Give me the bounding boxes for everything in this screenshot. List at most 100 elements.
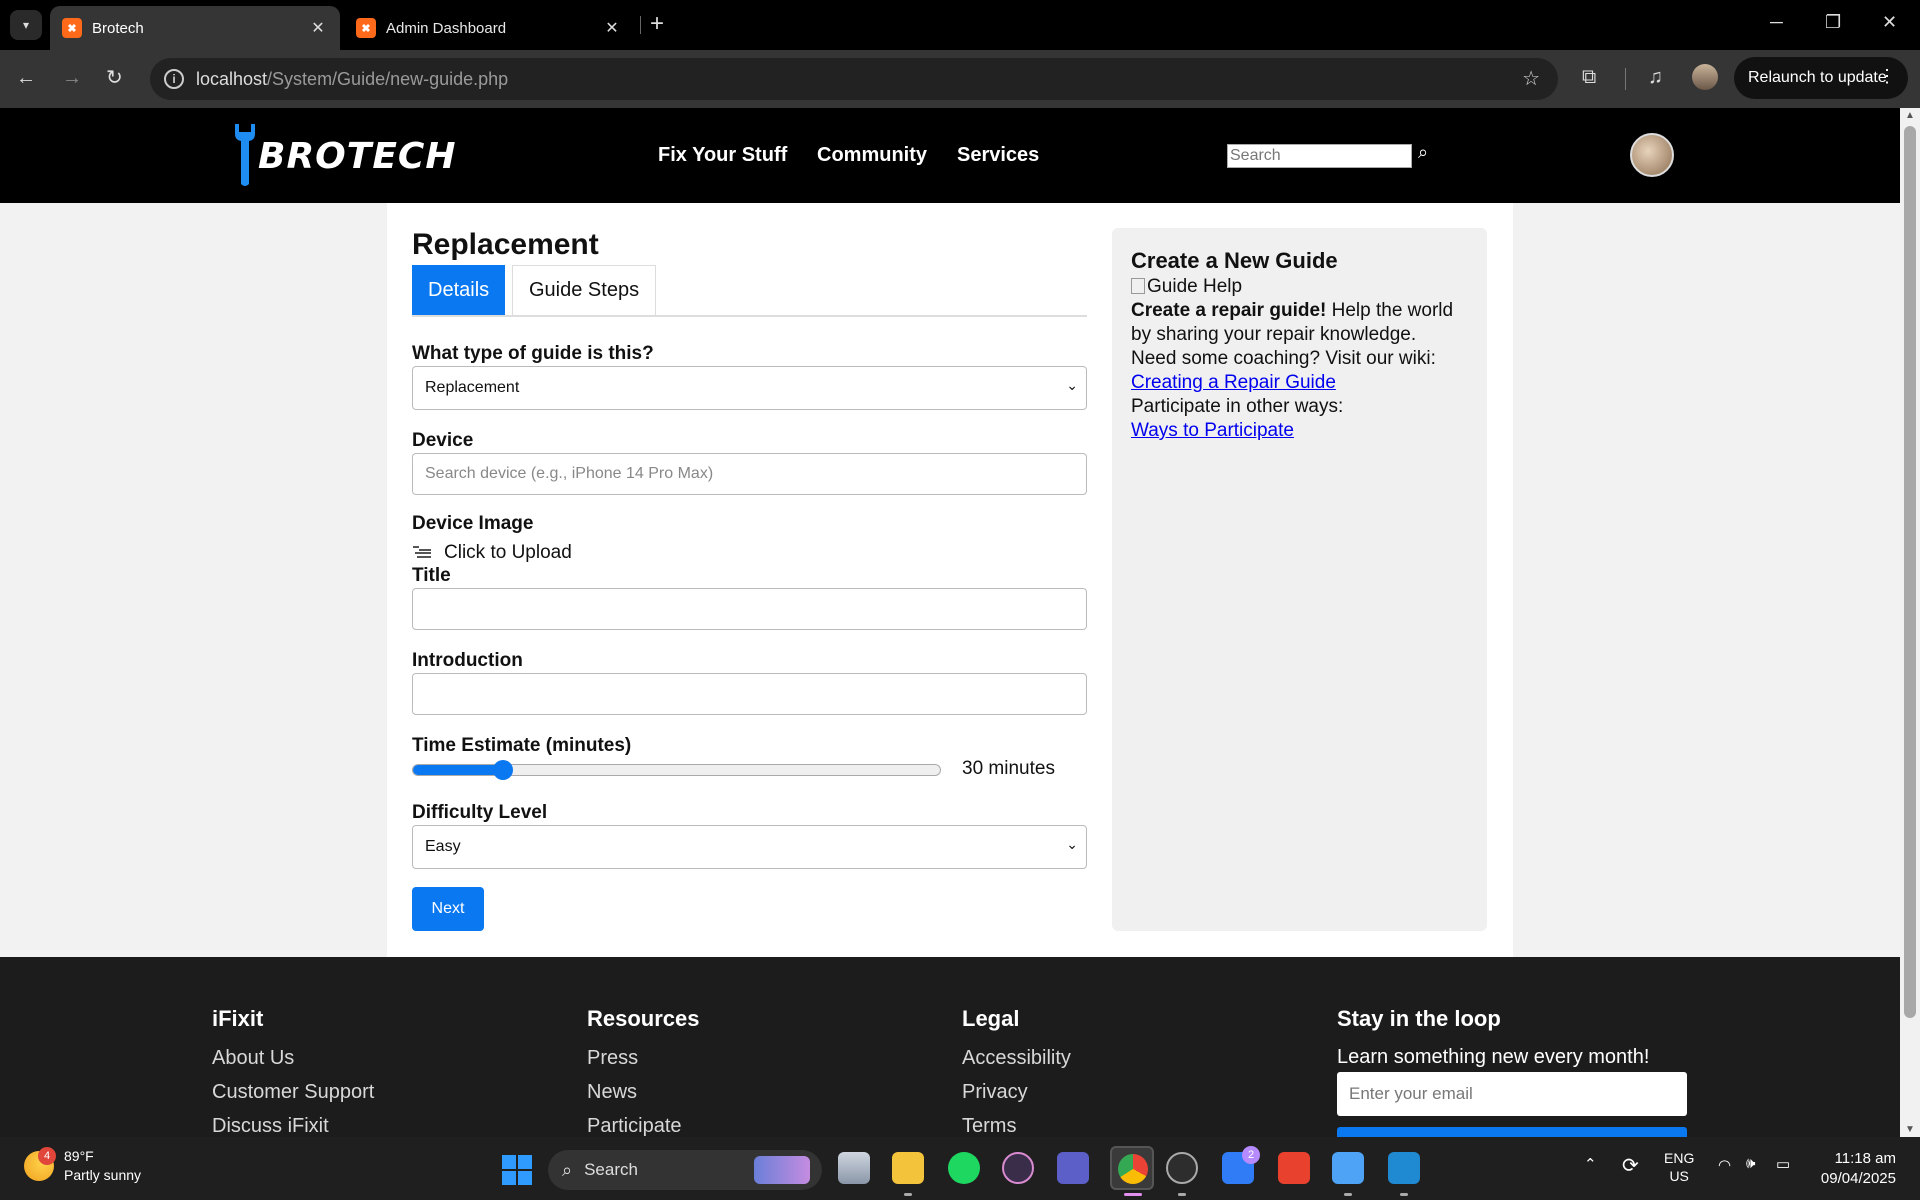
- footer-link-support[interactable]: Customer Support: [212, 1081, 374, 1104]
- tab-details[interactable]: Details: [412, 265, 506, 315]
- tab-search-button[interactable]: ▾: [10, 10, 42, 40]
- creating-guide-link[interactable]: Creating a Repair Guide: [1131, 371, 1336, 395]
- newsletter-subtitle: Learn something new every month!: [1337, 1046, 1650, 1068]
- time-estimate-value: 30 minutes: [962, 758, 1055, 779]
- time-estimate-label: Time Estimate (minutes): [412, 735, 632, 756]
- device-image-label: Device Image: [412, 513, 534, 534]
- footer-link-participate[interactable]: Participate: [587, 1115, 682, 1138]
- sidebar-lead-rest: Help the world: [1326, 300, 1454, 321]
- footer-link-about[interactable]: About Us: [212, 1047, 294, 1070]
- relaunch-label: Relaunch to update: [1748, 69, 1887, 86]
- restore-icon[interactable]: ❐: [1825, 12, 1841, 33]
- scroll-up-icon[interactable]: ▲: [1905, 110, 1915, 121]
- weather-widget[interactable]: 4 89°F Partly sunny: [24, 1147, 141, 1185]
- back-icon[interactable]: ←: [16, 66, 36, 90]
- guide-type-select[interactable]: Replacement ⌄: [412, 366, 1087, 410]
- extensions-icon[interactable]: ⧉: [1582, 66, 1596, 89]
- xampp-favicon-icon: ✖: [62, 18, 82, 38]
- footer-link-privacy[interactable]: Privacy: [962, 1081, 1028, 1104]
- page-scrollbar[interactable]: ▲ ▼: [1900, 108, 1920, 1137]
- time-estimate-slider[interactable]: [412, 760, 941, 780]
- tab-guide-steps[interactable]: Guide Steps: [512, 265, 657, 315]
- footer-link-news[interactable]: News: [587, 1081, 637, 1104]
- tab-admin-dashboard[interactable]: ✖ Admin Dashboard ✕: [344, 6, 634, 50]
- site-search-input[interactable]: Search: [1227, 144, 1412, 168]
- taskbar-search[interactable]: ⌕ Search: [548, 1150, 822, 1190]
- nav-fix-your-stuff[interactable]: Fix Your Stuff: [658, 144, 787, 167]
- chevron-down-icon: ⌄: [1066, 377, 1078, 393]
- minimize-icon[interactable]: ─: [1770, 12, 1783, 33]
- tab-brotech[interactable]: ✖ Brotech ✕: [50, 6, 340, 50]
- app-running-indicator: [1400, 1193, 1408, 1196]
- spotify-icon[interactable]: [948, 1152, 980, 1184]
- battery-icon[interactable]: ▭: [1776, 1155, 1790, 1173]
- media-control-icon[interactable]: ♫: [1648, 66, 1663, 89]
- scroll-down-icon[interactable]: ▼: [1905, 1124, 1915, 1135]
- vscode-icon[interactable]: [1388, 1152, 1420, 1184]
- scrollbar-thumb[interactable]: [1904, 126, 1916, 1018]
- teams-icon[interactable]: [1057, 1152, 1089, 1184]
- wifi-icon[interactable]: ◠: [1718, 1156, 1731, 1174]
- footer-link-discuss[interactable]: Discuss iFixit: [212, 1115, 329, 1138]
- media-player-icon[interactable]: [1002, 1152, 1034, 1184]
- weather-desc: Partly sunny: [64, 1167, 142, 1183]
- more-menu-icon[interactable]: ⋮: [1878, 66, 1896, 87]
- guide-type-value: Replacement: [425, 379, 520, 396]
- guide-help-alt: Guide Help: [1147, 276, 1243, 297]
- app-running-indicator: [904, 1193, 912, 1196]
- wps-office-icon[interactable]: [1278, 1152, 1310, 1184]
- title-input[interactable]: [412, 588, 1087, 630]
- footer-link-accessibility[interactable]: Accessibility: [962, 1047, 1071, 1070]
- show-hidden-icons-icon[interactable]: ⌃: [1584, 1155, 1597, 1173]
- address-bar[interactable]: i localhost/System/Guide/new-guide.php ☆: [150, 58, 1558, 100]
- new-tab-button[interactable]: +: [650, 12, 664, 36]
- forward-icon[interactable]: →: [62, 66, 82, 90]
- notepad-icon[interactable]: [1332, 1152, 1364, 1184]
- language-indicator[interactable]: ENG US: [1664, 1149, 1694, 1185]
- device-search-input[interactable]: Search device (e.g., iPhone 14 Pro Max): [412, 453, 1087, 495]
- chatgpt-icon[interactable]: [1166, 1152, 1198, 1184]
- difficulty-value: Easy: [425, 838, 461, 855]
- reload-icon[interactable]: ↻: [106, 66, 123, 90]
- windows-start-icon[interactable]: [502, 1155, 532, 1185]
- todo-icon[interactable]: 2: [1222, 1146, 1260, 1184]
- chrome-active-slot[interactable]: [1110, 1146, 1154, 1190]
- volume-icon[interactable]: 🕪: [1746, 1155, 1755, 1172]
- app-running-indicator: [1344, 1193, 1352, 1196]
- slider-thumb[interactable]: [493, 760, 513, 780]
- brotech-logo[interactable]: BROTECH: [232, 122, 455, 188]
- newsletter-email-input[interactable]: Enter your email: [1337, 1072, 1687, 1116]
- next-button[interactable]: Next: [412, 887, 484, 931]
- system-clock[interactable]: 11:18 am 09/04/2025: [1808, 1149, 1896, 1189]
- introduction-input[interactable]: [412, 673, 1087, 715]
- bookmark-star-icon[interactable]: ☆: [1522, 66, 1540, 91]
- search-icon[interactable]: ⌕: [1418, 142, 1428, 163]
- file-explorer-icon[interactable]: [892, 1152, 924, 1184]
- toolbar-divider: [1625, 68, 1626, 90]
- sidebar-lead: Create a repair guide! Help the world: [1131, 299, 1453, 323]
- site-info-icon[interactable]: i: [164, 69, 184, 89]
- close-icon[interactable]: ✕: [308, 18, 328, 38]
- task-view-icon[interactable]: [838, 1152, 870, 1184]
- url-text[interactable]: localhost/System/Guide/new-guide.php: [196, 69, 508, 90]
- sidebar-lead-line2: by sharing your repair knowledge.: [1131, 324, 1417, 345]
- profile-avatar-icon[interactable]: [1692, 64, 1718, 90]
- user-avatar[interactable]: [1630, 133, 1674, 177]
- logo-wordmark: BROTECH: [258, 136, 457, 177]
- window-close-icon[interactable]: ✕: [1882, 12, 1897, 33]
- device-image-upload[interactable]: Click to Upload: [412, 542, 572, 564]
- newsletter-subscribe-button[interactable]: [1337, 1127, 1687, 1137]
- nav-community[interactable]: Community: [817, 144, 927, 167]
- footer-link-press[interactable]: Press: [587, 1047, 638, 1070]
- footer-link-terms[interactable]: Terms: [962, 1115, 1016, 1138]
- taskbar-search-label: Search: [584, 1160, 638, 1179]
- nav-services[interactable]: Services: [957, 144, 1039, 167]
- close-icon[interactable]: ✕: [602, 18, 622, 38]
- sidebar-title: Create a New Guide: [1131, 248, 1338, 273]
- partly-sunny-icon: 4: [24, 1147, 56, 1181]
- sync-icon[interactable]: ⟳: [1622, 1153, 1639, 1178]
- difficulty-select[interactable]: Easy ⌄: [412, 825, 1087, 869]
- relaunch-button[interactable]: Relaunch to update ⋮: [1734, 57, 1908, 99]
- search-highlight-art: [754, 1156, 810, 1184]
- ways-to-participate-link[interactable]: Ways to Participate: [1131, 419, 1294, 443]
